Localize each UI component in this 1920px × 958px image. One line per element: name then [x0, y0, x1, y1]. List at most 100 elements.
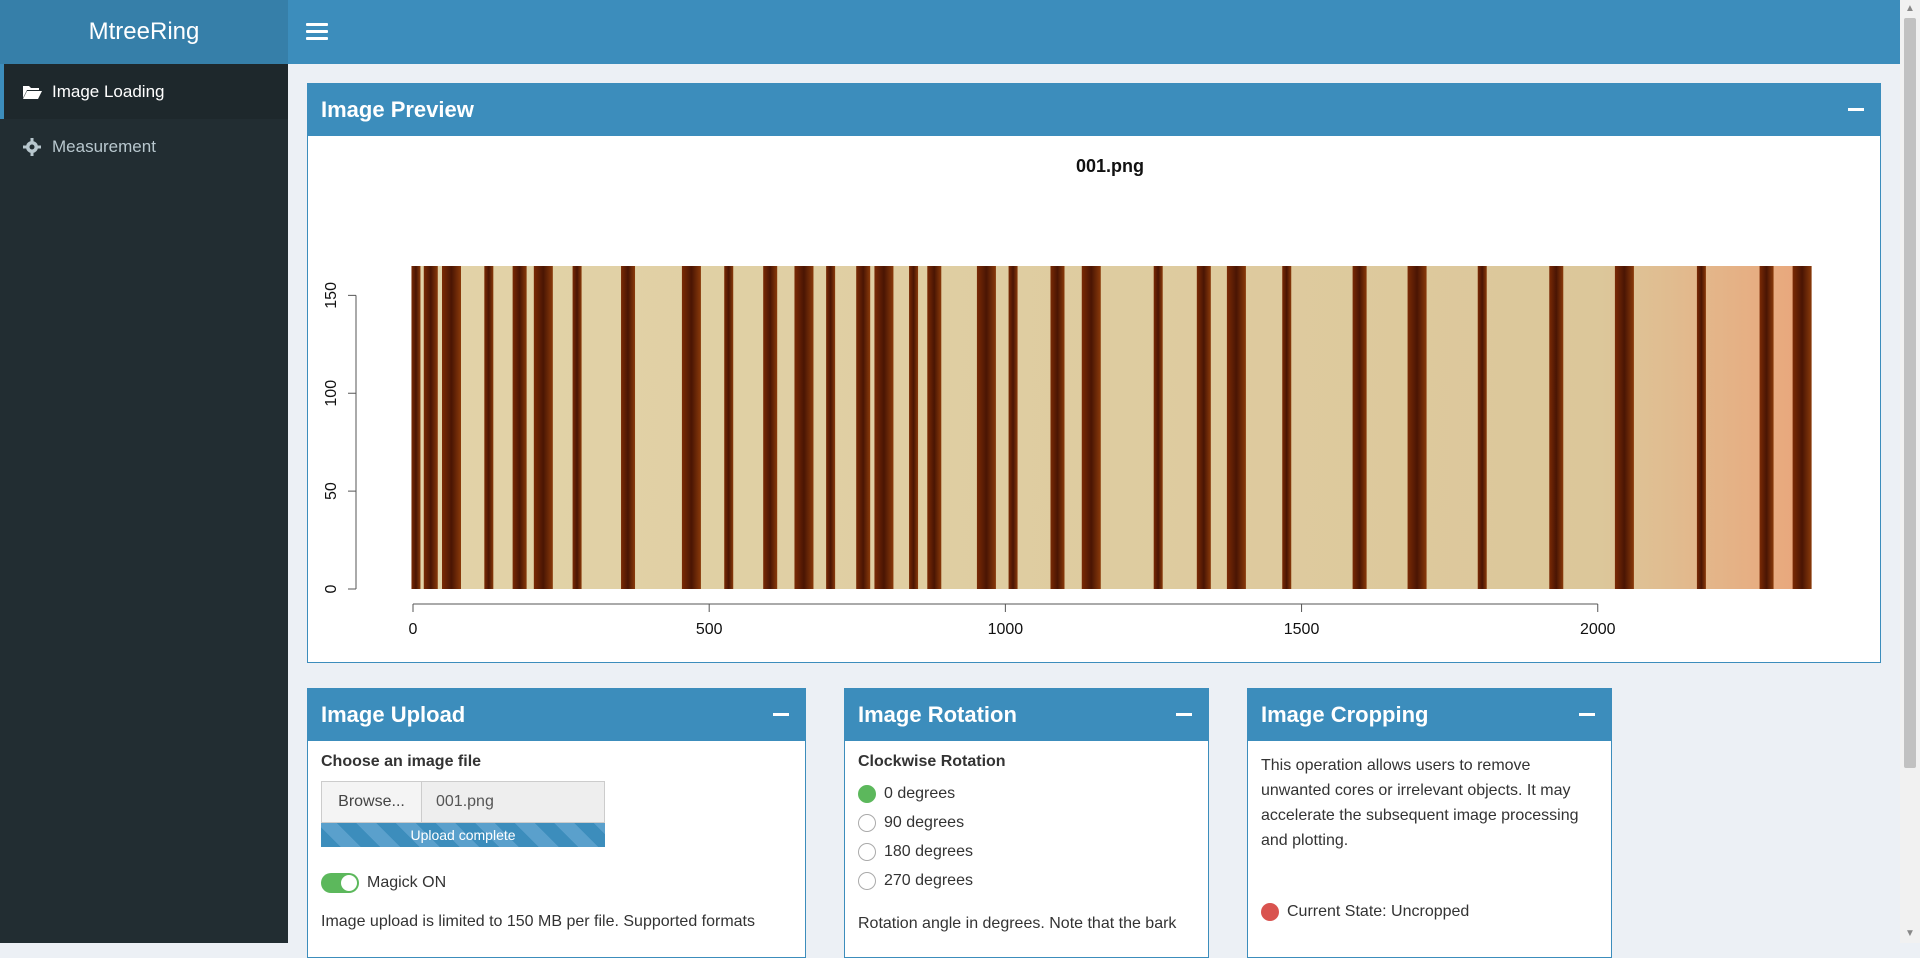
rotation-option-90[interactable]: 90 degrees	[858, 808, 1195, 837]
sidebar-item-label: Measurement	[52, 136, 156, 156]
plot-title: 001.png	[1076, 156, 1144, 176]
image-cropping-box: Image Cropping This operation allows use…	[1247, 688, 1612, 958]
sidebar-item-label: Image Loading	[52, 81, 165, 101]
ring-band	[1407, 266, 1427, 589]
ring-band	[512, 266, 527, 589]
ring-band	[1282, 266, 1292, 589]
ring-band	[411, 266, 421, 589]
ring-band	[976, 266, 996, 589]
top-navbar	[288, 0, 1900, 64]
page-scrollbar[interactable]: ▲ ▼	[1900, 0, 1920, 943]
file-input-label: Choose an image file	[321, 753, 482, 770]
radio-label: 270 degrees	[884, 871, 973, 889]
y-tick-label: 100	[323, 380, 340, 407]
scroll-down-icon[interactable]: ▼	[1900, 925, 1920, 943]
crop-state-text: Current State: Uncropped	[1287, 903, 1470, 920]
image-preview-box: Image Preview 001.png 0 500 1000 1500 2000 0 50…	[307, 83, 1881, 663]
ring-band	[1759, 266, 1774, 589]
box-header: Image Preview	[308, 84, 1880, 136]
status-dot-icon	[1261, 902, 1279, 921]
cropping-description: This operation allows users to remove un…	[1261, 757, 1579, 849]
rotation-option-180[interactable]: 180 degrees	[858, 837, 1195, 866]
image-rotation-box: Image Rotation Clockwise Rotation 0 degr…	[844, 688, 1209, 958]
radio-button[interactable]	[858, 784, 876, 803]
ring-band	[856, 266, 871, 589]
sidebar-item-image-loading[interactable]: Image Loading	[0, 64, 288, 119]
ring-band	[1196, 266, 1211, 589]
radio-button[interactable]	[858, 871, 876, 890]
ring-band	[484, 266, 494, 589]
ring-band	[572, 266, 582, 589]
magick-toggle[interactable]	[321, 873, 359, 893]
rotation-label: Clockwise Rotation	[858, 753, 1006, 770]
box-title: Image Upload	[321, 702, 466, 727]
ring-band	[763, 266, 778, 589]
app-logo[interactable]: MtreeRing	[0, 0, 288, 64]
radio-label: 0 degrees	[884, 784, 956, 802]
x-tick-label: 2000	[1580, 621, 1616, 638]
ring-band	[1614, 266, 1634, 589]
box-header: Image Cropping	[1248, 689, 1611, 741]
ring-band	[1352, 266, 1367, 589]
y-tick-label: 0	[323, 584, 340, 593]
ring-band	[1008, 266, 1018, 589]
radio-button[interactable]	[858, 842, 876, 861]
image-preview-plot: 001.png 0 500 1000 1500 2000 0 50 100 150	[323, 156, 1812, 638]
ring-band	[927, 266, 942, 589]
radio-button[interactable]	[858, 813, 876, 832]
rotation-note: Rotation angle in degrees. Note that the…	[858, 915, 1177, 932]
upload-note: Image upload is limited to 150 MB per fi…	[321, 913, 755, 930]
collapse-icon[interactable]	[1848, 108, 1864, 111]
image-upload-box: Image Upload Choose an image file Browse…	[307, 688, 806, 958]
file-input[interactable]: Browse... 001.png	[321, 781, 605, 823]
ring-band	[874, 266, 894, 589]
ring-band	[1792, 266, 1812, 589]
box-header: Image Rotation	[845, 689, 1208, 741]
ring-band	[909, 266, 919, 589]
box-title: Image Cropping	[1261, 702, 1429, 727]
radio-label: 90 degrees	[884, 813, 965, 831]
gear-icon	[22, 137, 42, 156]
ring-band	[1696, 266, 1706, 589]
x-tick-label: 0	[409, 621, 418, 638]
ring-band	[1477, 266, 1487, 589]
ring-band	[681, 266, 701, 589]
ring-band	[1153, 266, 1163, 589]
box-title: Image Preview	[321, 97, 474, 122]
ring-band	[1050, 266, 1065, 589]
magick-label: Magick ON	[367, 874, 447, 891]
rotation-option-270[interactable]: 270 degrees	[858, 866, 1195, 895]
x-tick-label: 1500	[1284, 621, 1320, 638]
scrollbar-thumb[interactable]	[1904, 18, 1916, 768]
ring-band	[794, 266, 814, 589]
x-tick-label: 500	[696, 621, 723, 638]
upload-progress-bar: Upload complete	[321, 823, 605, 847]
y-tick-label: 50	[323, 482, 340, 500]
x-tick-label: 1000	[988, 621, 1024, 638]
box-header: Image Upload	[308, 689, 805, 741]
browse-button[interactable]: Browse...	[322, 782, 422, 822]
sidebar-item-measurement[interactable]: Measurement	[0, 119, 288, 174]
ring-band	[1081, 266, 1101, 589]
ring-band	[826, 266, 836, 589]
ring-band	[442, 266, 462, 589]
folder-open-icon	[22, 83, 42, 101]
ring-band	[1226, 266, 1246, 589]
y-tick-label: 150	[323, 282, 340, 309]
ring-band	[724, 266, 734, 589]
scroll-up-icon[interactable]: ▲	[1900, 0, 1920, 18]
sidebar: MtreeRing Image Loading Measurement	[0, 0, 288, 943]
rotation-option-0[interactable]: 0 degrees	[858, 779, 1195, 808]
sidebar-toggle-icon[interactable]	[306, 20, 328, 44]
collapse-icon[interactable]	[1176, 713, 1192, 716]
ring-band	[423, 266, 438, 589]
ring-band	[1549, 266, 1564, 589]
radio-label: 180 degrees	[884, 842, 973, 860]
box-title: Image Rotation	[858, 702, 1017, 727]
collapse-icon[interactable]	[773, 713, 789, 716]
progress-text: Upload complete	[410, 827, 516, 843]
ring-band	[533, 266, 553, 589]
ring-band	[621, 266, 636, 589]
collapse-icon[interactable]	[1579, 713, 1595, 716]
file-name-field[interactable]: 001.png	[422, 782, 604, 822]
